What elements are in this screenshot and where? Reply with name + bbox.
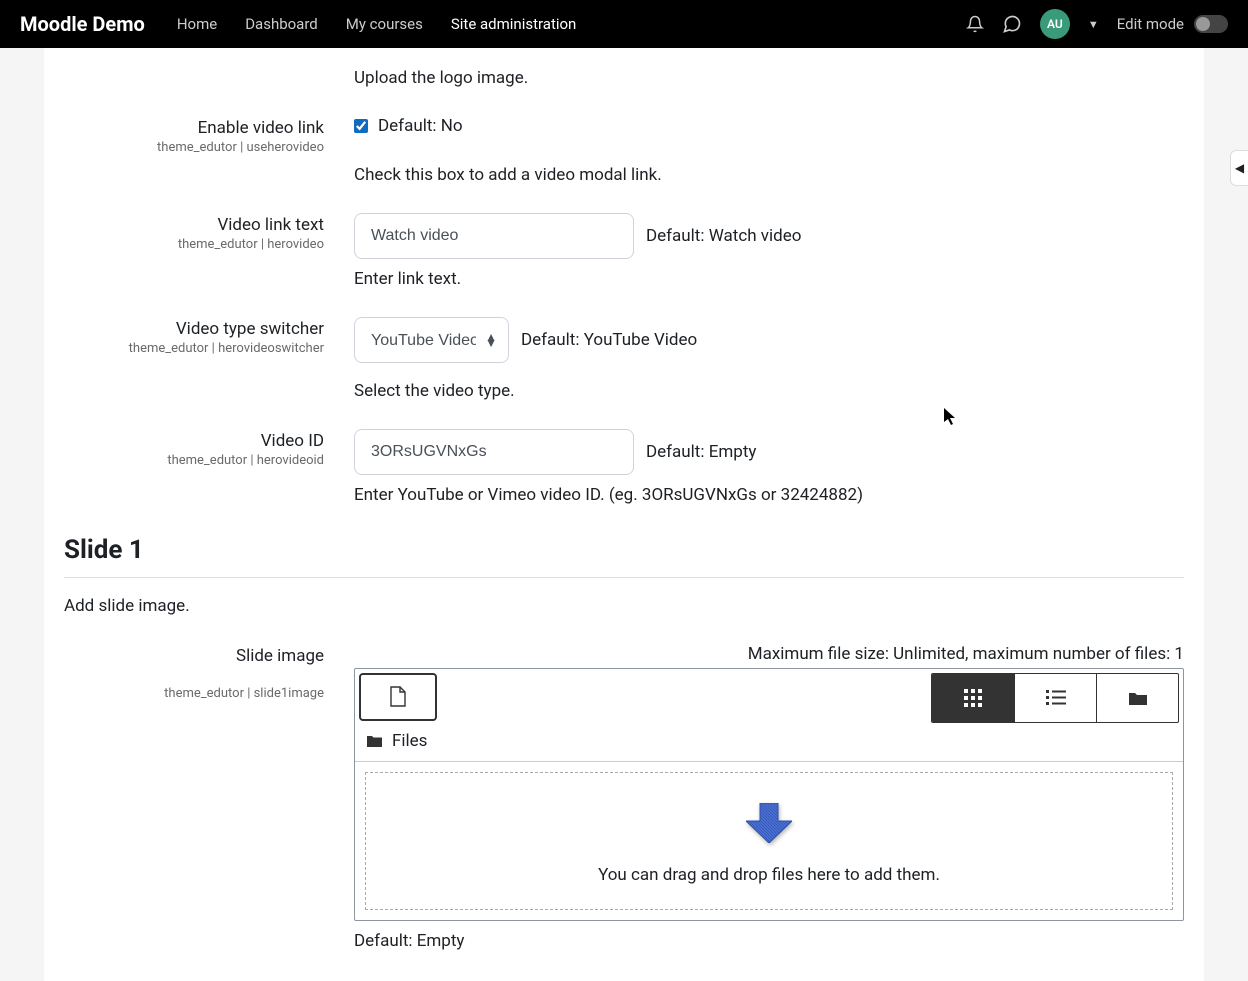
video-link-text-desc: Enter link text. (354, 269, 1184, 289)
navbar-right: AU ▼ Edit mode (966, 9, 1228, 39)
avatar[interactable]: AU (1040, 9, 1070, 39)
video-id-desc: Enter YouTube or Vimeo video ID. (eg. 3O… (354, 485, 1184, 505)
nav-links: Home Dashboard My courses Site administr… (177, 15, 577, 33)
dropzone[interactable]: You can drag and drop files here to add … (365, 772, 1173, 910)
navbar: Moodle Demo Home Dashboard My courses Si… (0, 0, 1248, 48)
video-link-text-key: theme_edutor | herovideo (64, 237, 324, 252)
chevron-down-icon[interactable]: ▼ (1088, 18, 1099, 31)
video-link-text-default: Default: Watch video (646, 226, 802, 246)
list-icon (1046, 690, 1066, 706)
video-id-label: Video ID (64, 431, 324, 451)
brand[interactable]: Moodle Demo (20, 12, 145, 36)
grid-view-button[interactable] (932, 674, 1014, 722)
video-id-default: Default: Empty (646, 442, 756, 462)
enable-video-key: theme_edutor | useherovideo (64, 140, 324, 155)
slide1-heading: Slide 1 (64, 535, 1184, 565)
files-label[interactable]: Files (392, 731, 427, 751)
download-arrow-icon (746, 803, 792, 843)
video-link-text-input[interactable] (354, 213, 634, 259)
edit-mode: Edit mode (1117, 15, 1228, 33)
video-type-select[interactable]: YouTube Video (354, 317, 509, 363)
upload-logo-desc: Upload the logo image. (354, 68, 1184, 88)
video-id-input[interactable] (354, 429, 634, 475)
enable-video-default: Default: No (378, 116, 463, 136)
video-type-default: Default: YouTube Video (521, 330, 697, 350)
fp-toolbar (355, 669, 1183, 727)
enable-video-desc: Check this box to add a video modal link… (354, 165, 1184, 185)
chat-icon[interactable] (1002, 14, 1022, 34)
tree-view-button[interactable] (1096, 674, 1178, 722)
slide1-sub: Add slide image. (64, 596, 1184, 616)
enable-video-checkbox[interactable] (354, 119, 368, 133)
enable-video-label: Enable video link (64, 118, 324, 138)
nav-mycourses[interactable]: My courses (346, 15, 423, 33)
bell-icon[interactable] (966, 15, 984, 33)
fp-views (931, 673, 1179, 723)
grid-icon (964, 689, 982, 707)
fp-path: Files (355, 727, 1183, 761)
list-view-button[interactable] (1014, 674, 1096, 722)
row-video-type: Video type switcher theme_edutor | herov… (64, 317, 1184, 363)
row-video-link-text: Video link text theme_edutor | herovideo… (64, 213, 1184, 259)
slide-image-default: Default: Empty (354, 921, 1184, 951)
folder-icon (1129, 691, 1147, 706)
edit-mode-label: Edit mode (1117, 15, 1184, 33)
nav-dashboard[interactable]: Dashboard (245, 15, 318, 33)
slide1-hr (64, 577, 1184, 578)
filepicker: Files You can drag and drop files here t… (354, 668, 1184, 921)
video-type-desc: Select the video type. (354, 381, 1184, 401)
drawer-toggle[interactable]: ◀ (1230, 150, 1248, 186)
file-info: Maximum file size: Unlimited, maximum nu… (354, 644, 1184, 664)
video-link-text-label: Video link text (64, 215, 324, 235)
slide-image-key: theme_edutor | slide1image (64, 686, 324, 701)
row-video-id: Video ID theme_edutor | herovideoid Defa… (64, 429, 1184, 475)
add-file-button[interactable] (359, 673, 437, 721)
navbar-left: Moodle Demo Home Dashboard My courses Si… (20, 12, 576, 36)
row-enable-video: Enable video link theme_edutor | usehero… (64, 116, 1184, 155)
edit-mode-toggle[interactable] (1194, 15, 1228, 33)
row-slide-image: Slide image theme_edutor | slide1image M… (64, 644, 1184, 951)
page: Upload the logo image. Enable video link… (44, 48, 1204, 981)
video-id-key: theme_edutor | herovideoid (64, 453, 324, 468)
nav-siteadmin[interactable]: Site administration (451, 15, 576, 33)
file-icon (389, 686, 407, 708)
video-type-label: Video type switcher (64, 319, 324, 339)
nav-home[interactable]: Home (177, 15, 217, 33)
drop-text: You can drag and drop files here to add … (376, 865, 1162, 885)
folder-small-icon (367, 735, 382, 747)
slide-image-label: Slide image (64, 646, 324, 666)
video-type-key: theme_edutor | herovideoswitcher (64, 341, 324, 356)
